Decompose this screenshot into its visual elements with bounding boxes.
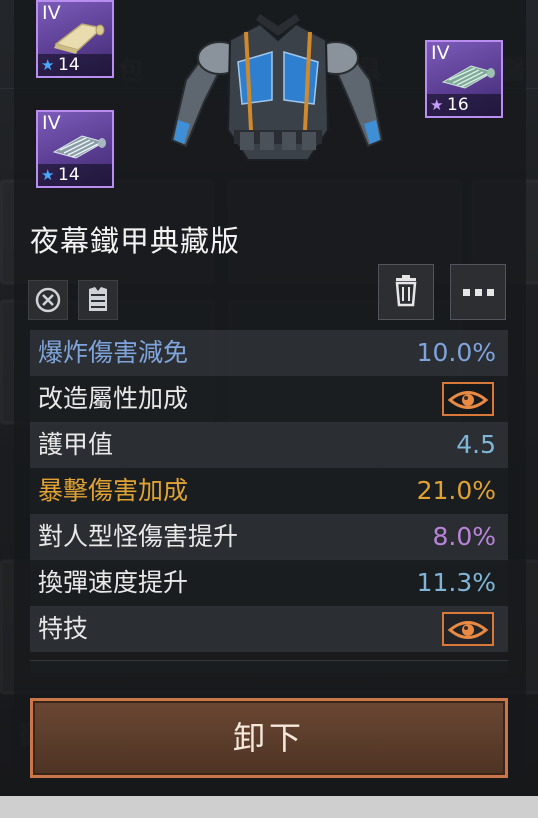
cloth-roll-icon [54, 23, 105, 54]
stat-name: 爆炸傷害減免 [38, 338, 189, 367]
trash-icon [395, 275, 417, 307]
stat-value: 11.3% [416, 568, 496, 597]
eye-icon [447, 621, 489, 639]
stat-name: 對人型怪傷害提升 [38, 522, 239, 551]
more-icon [463, 289, 494, 296]
star-icon: ★ [41, 56, 55, 74]
stat-value: 21.0% [416, 476, 496, 505]
unload-button[interactable]: 卸下 [30, 698, 508, 778]
material-card[interactable]: IV ★ 14 [36, 0, 114, 78]
stat-row: 暴擊傷害加成 21.0% [30, 468, 508, 514]
reveal-eye-button[interactable] [442, 382, 494, 416]
reveal-eye-button[interactable] [442, 612, 494, 646]
count-value: 14 [58, 55, 80, 75]
stat-row: 爆炸傷害減免 10.0% [30, 330, 508, 376]
stat-name: 暴擊傷害加成 [38, 476, 189, 505]
stat-name: 特技 [38, 614, 89, 643]
stat-value: 10.0% [416, 338, 496, 367]
star-icon: ★ [41, 166, 55, 184]
armor-type-icon[interactable] [78, 280, 118, 320]
material-card[interactable]: IV ★ 14 [36, 110, 114, 188]
material-card[interactable]: IV ★ 16 [425, 40, 503, 118]
delete-button[interactable] [378, 264, 434, 320]
stat-row: 特技 [30, 606, 508, 652]
star-icon: ★ [430, 96, 444, 114]
count-value: 16 [447, 95, 469, 115]
chain-mesh-icon [441, 65, 495, 89]
stat-row: 對人型怪傷害提升 8.0% [30, 514, 508, 560]
stat-row: 換彈速度提升 11.3% [30, 560, 508, 606]
material-count: ★ 14 [38, 164, 112, 186]
armor-vest-icon [170, 14, 384, 161]
cancel-icon[interactable] [28, 280, 68, 320]
stat-name: 改造屬性加成 [38, 384, 189, 413]
stat-name: 護甲值 [38, 430, 114, 459]
item-name: 夜幕鐵甲典藏版 [30, 224, 241, 258]
stat-value: 4.5 [456, 430, 496, 459]
material-count: ★ 16 [427, 94, 501, 116]
more-button[interactable] [450, 264, 506, 320]
bottom-bar [0, 796, 538, 818]
stat-name: 換彈速度提升 [38, 568, 189, 597]
chain-mesh-icon [52, 135, 106, 159]
stats-list: 爆炸傷害減免 10.0% 改造屬性加成 護甲值 4.5 暴擊傷害加成 21.0%… [30, 330, 508, 652]
stat-row: 改造屬性加成 [30, 376, 508, 422]
count-value: 14 [58, 165, 80, 185]
stat-row: 護甲值 4.5 [30, 422, 508, 468]
stats-footer [30, 660, 508, 673]
eye-icon [447, 391, 489, 409]
stat-value: 8.0% [432, 522, 496, 551]
material-count: ★ 14 [38, 54, 112, 76]
